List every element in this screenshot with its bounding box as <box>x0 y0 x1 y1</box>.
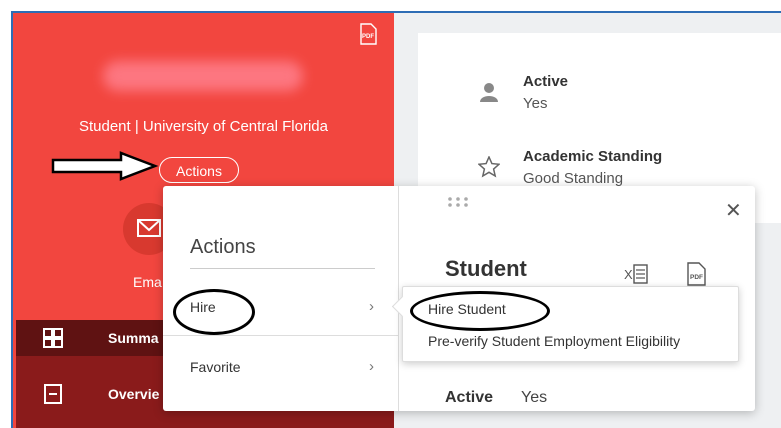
divider <box>190 268 375 269</box>
svg-text:X: X <box>624 267 633 282</box>
annotation-ellipse-hire-student <box>410 291 550 331</box>
svg-text:PDF: PDF <box>362 34 374 40</box>
chevron-right-icon: › <box>369 358 374 375</box>
drag-handle-icon[interactable] <box>447 196 469 208</box>
close-icon[interactable]: ✕ <box>725 198 742 223</box>
pdf-icon[interactable]: PDF <box>359 23 377 45</box>
document-icon <box>44 384 62 404</box>
email-label: Ema <box>133 274 162 290</box>
pdf-icon[interactable]: PDF <box>685 262 707 286</box>
nav-item-label: Overvie <box>108 386 160 402</box>
profile-subtitle: Student | University of Central Florida <box>78 118 328 135</box>
annotation-arrow <box>51 151 159 181</box>
window-frame: PDF Student | University of Central Flor… <box>11 11 781 428</box>
menu-title: Actions <box>190 236 256 258</box>
annotation-ellipse-hire <box>173 289 255 335</box>
redacted-name <box>103 61 303 91</box>
actions-button[interactable]: Actions <box>159 157 239 183</box>
submenu-item-preverify[interactable]: Pre-verify Student Employment Eligibilit… <box>428 333 680 349</box>
menu-item-label: Favorite <box>190 359 241 375</box>
field-value: Yes <box>521 389 548 406</box>
field-label: Active <box>445 389 494 406</box>
popup-title: Student <box>445 256 527 281</box>
nav-item-label: Summa <box>108 330 159 346</box>
grid-icon <box>43 328 63 348</box>
svg-text:PDF: PDF <box>690 274 703 281</box>
info-value: Good Standing <box>523 170 624 187</box>
info-title: Academic Standing <box>523 148 663 165</box>
person-icon <box>480 83 498 102</box>
divider <box>163 335 398 336</box>
menu-item-favorite[interactable]: Favorite › <box>163 350 398 384</box>
star-icon <box>478 156 500 178</box>
chevron-right-icon: › <box>369 298 374 315</box>
excel-icon[interactable]: X <box>623 262 649 286</box>
info-value: Yes <box>523 95 548 112</box>
info-title: Active <box>523 73 569 90</box>
